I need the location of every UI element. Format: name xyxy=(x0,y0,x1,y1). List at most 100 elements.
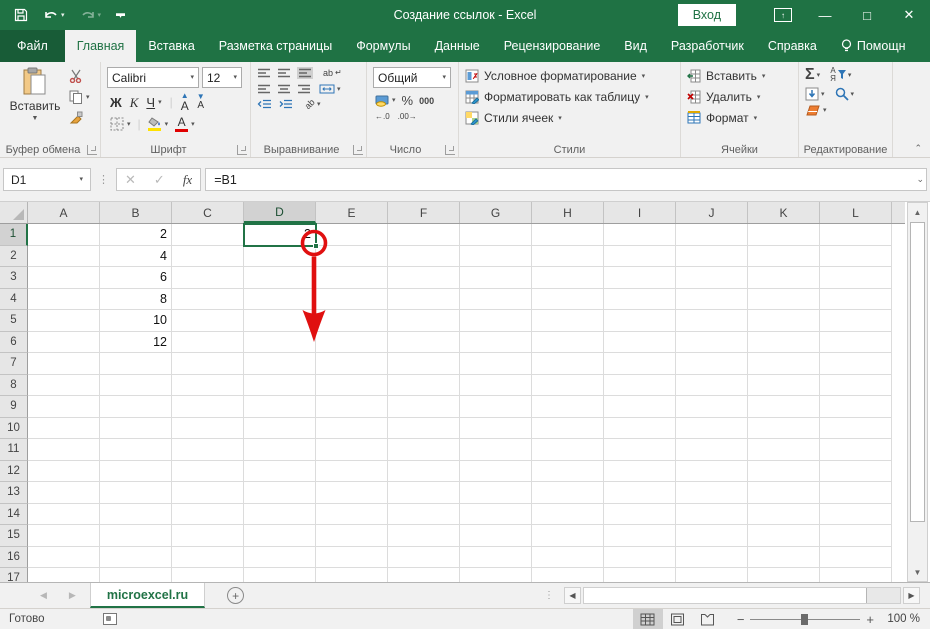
cell-L4[interactable] xyxy=(820,288,892,310)
cell-L6[interactable] xyxy=(820,331,892,353)
tab-home[interactable]: Главная xyxy=(64,30,137,62)
zoom-in-button[interactable]: + xyxy=(866,612,874,627)
cell-K6[interactable] xyxy=(748,331,820,353)
cell-B6[interactable]: 12 xyxy=(100,331,172,353)
cell-E12[interactable] xyxy=(316,460,388,482)
cell-L12[interactable] xyxy=(820,460,892,482)
cell-I14[interactable] xyxy=(604,503,676,525)
cell-D2[interactable] xyxy=(244,245,316,267)
cell-F13[interactable] xyxy=(388,482,460,504)
cell-J16[interactable] xyxy=(676,546,748,568)
cell-A7[interactable] xyxy=(28,353,100,375)
save-icon[interactable] xyxy=(14,8,28,22)
cell-C6[interactable] xyxy=(172,331,244,353)
cell-K8[interactable] xyxy=(748,374,820,396)
cell-I5[interactable] xyxy=(604,310,676,332)
cell-E1[interactable] xyxy=(316,224,388,246)
cell-E5[interactable] xyxy=(316,310,388,332)
cell-L13[interactable] xyxy=(820,482,892,504)
cell-D9[interactable] xyxy=(244,396,316,418)
cell-H10[interactable] xyxy=(532,417,604,439)
horizontal-scroll-thumb[interactable] xyxy=(584,588,867,603)
align-center-button[interactable] xyxy=(277,84,291,94)
cell-I7[interactable] xyxy=(604,353,676,375)
copy-button[interactable]: ▾ xyxy=(69,90,90,104)
new-sheet-button[interactable]: + xyxy=(227,587,245,604)
row-header-9[interactable]: 9 xyxy=(0,396,28,418)
cell-styles-button[interactable]: Стили ячеек ▾ xyxy=(465,111,674,125)
cell-G15[interactable] xyxy=(460,525,532,547)
cell-K14[interactable] xyxy=(748,503,820,525)
cell-G6[interactable] xyxy=(460,331,532,353)
vertical-scroll-thumb[interactable] xyxy=(910,222,925,522)
select-all-corner[interactable] xyxy=(0,202,28,223)
cell-K16[interactable] xyxy=(748,546,820,568)
cell-I8[interactable] xyxy=(604,374,676,396)
cell-F2[interactable] xyxy=(388,245,460,267)
cell-B16[interactable] xyxy=(100,546,172,568)
cell-B11[interactable] xyxy=(100,439,172,461)
cell-C8[interactable] xyxy=(172,374,244,396)
align-top-button[interactable] xyxy=(257,68,271,78)
cell-A5[interactable] xyxy=(28,310,100,332)
cell-F3[interactable] xyxy=(388,267,460,289)
minimize-button[interactable]: — xyxy=(804,0,846,30)
cell-J14[interactable] xyxy=(676,503,748,525)
cell-E11[interactable] xyxy=(316,439,388,461)
format-as-table-button[interactable]: Форматировать как таблицу ▾ xyxy=(465,90,674,104)
row-header-8[interactable]: 8 xyxy=(0,374,28,396)
cell-C14[interactable] xyxy=(172,503,244,525)
cell-L5[interactable] xyxy=(820,310,892,332)
wrap-text-button[interactable]: ab ↵ xyxy=(323,68,342,78)
sheet-nav-left-icon[interactable]: ◀ xyxy=(40,590,47,601)
cell-C15[interactable] xyxy=(172,525,244,547)
increase-indent-button[interactable] xyxy=(278,99,293,109)
column-header-J[interactable]: J xyxy=(676,202,748,223)
cell-F4[interactable] xyxy=(388,288,460,310)
name-box[interactable]: D1 ▾ xyxy=(3,168,91,191)
cell-J2[interactable] xyxy=(676,245,748,267)
cell-G16[interactable] xyxy=(460,546,532,568)
cell-I9[interactable] xyxy=(604,396,676,418)
cell-E3[interactable] xyxy=(316,267,388,289)
cell-B14[interactable] xyxy=(100,503,172,525)
cell-H8[interactable] xyxy=(532,374,604,396)
scroll-left-icon[interactable]: ◀ xyxy=(564,587,581,604)
cell-G13[interactable] xyxy=(460,482,532,504)
cell-G11[interactable] xyxy=(460,439,532,461)
tab-formulas[interactable]: Формулы xyxy=(344,30,422,62)
scroll-down-icon[interactable]: ▼ xyxy=(908,563,927,581)
borders-dropdown-icon[interactable]: ▾ xyxy=(127,121,131,128)
scroll-up-icon[interactable]: ▲ xyxy=(908,203,927,221)
cell-K5[interactable] xyxy=(748,310,820,332)
font-dialog-launcher[interactable] xyxy=(237,145,247,155)
cell-H13[interactable] xyxy=(532,482,604,504)
cell-B1[interactable]: 2 xyxy=(100,224,172,246)
sort-filter-dropdown-icon[interactable]: ▾ xyxy=(848,72,852,79)
cell-H5[interactable] xyxy=(532,310,604,332)
cell-I2[interactable] xyxy=(604,245,676,267)
cell-F15[interactable] xyxy=(388,525,460,547)
cell-A13[interactable] xyxy=(28,482,100,504)
paste-dropdown-icon[interactable]: ▼ xyxy=(32,115,39,122)
cell-J15[interactable] xyxy=(676,525,748,547)
cell-C9[interactable] xyxy=(172,396,244,418)
clipboard-dialog-launcher[interactable] xyxy=(87,145,97,155)
tab-developer[interactable]: Разработчик xyxy=(659,30,756,62)
cell-H9[interactable] xyxy=(532,396,604,418)
hscroll-gripper[interactable]: ⋮ xyxy=(544,590,554,601)
cell-A16[interactable] xyxy=(28,546,100,568)
tab-help[interactable]: Справка xyxy=(756,30,829,62)
number-dialog-launcher[interactable] xyxy=(445,145,455,155)
cell-H4[interactable] xyxy=(532,288,604,310)
cell-K7[interactable] xyxy=(748,353,820,375)
cell-B7[interactable] xyxy=(100,353,172,375)
row-header-6[interactable]: 6 xyxy=(0,331,28,353)
column-header-A[interactable]: A xyxy=(28,202,100,223)
cell-H16[interactable] xyxy=(532,546,604,568)
cell-F6[interactable] xyxy=(388,331,460,353)
cell-A8[interactable] xyxy=(28,374,100,396)
column-header-B[interactable]: B xyxy=(100,202,172,223)
cell-D5[interactable] xyxy=(244,310,316,332)
zoom-slider-handle[interactable] xyxy=(801,613,809,625)
